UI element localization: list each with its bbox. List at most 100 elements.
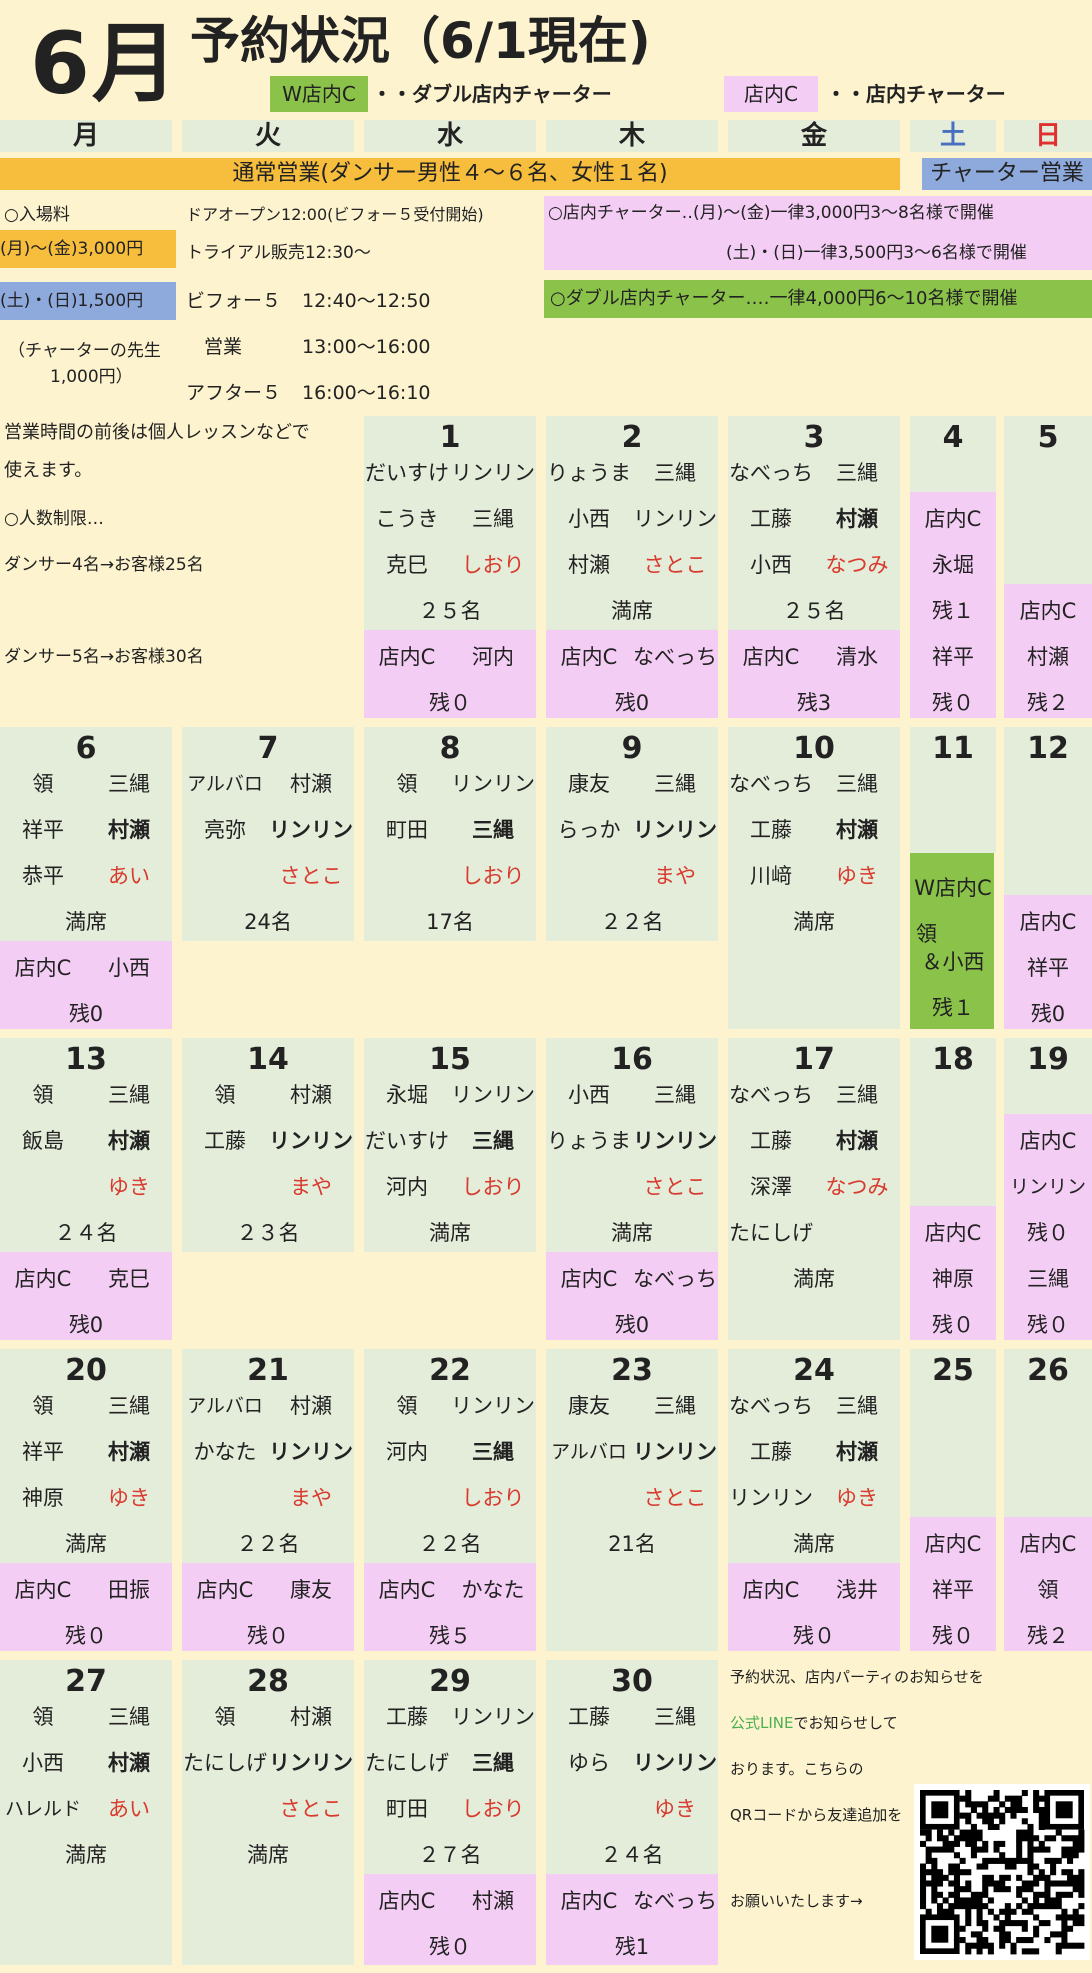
dancer: 村瀬 [290,1705,332,1729]
female-dancer: なつみ [825,1175,889,1199]
dancer: アルバロ [187,773,263,795]
dancer: 村瀬 [836,507,878,531]
trial-sale: トライアル販売12:30〜 [186,243,371,263]
charter-remaining: 残５ [429,1624,471,1648]
legend-tag-charter: 店内C [724,76,818,112]
dancer: 三縄 [836,1083,878,1107]
weekday-fri: 金 [728,120,900,152]
charter-remaining: 残０ [932,1624,974,1648]
charter-teacher: ＆小西 [921,950,985,974]
weekday-mon: 月 [0,120,172,152]
dancer: 村瀬 [836,1440,878,1464]
day-cell-20: 20 領 三縄 祥平 村瀬 神原 ゆき 満席 店内C 田振 残０ [0,1349,172,1651]
female-dancer: しおり [461,1486,525,1510]
notice-line-1: 予約状況、店内パーティのお知らせを [730,1668,984,1686]
dancer: リンリン [451,461,535,485]
dancer: 川﨑 [750,864,792,888]
charter-tag: 店内C [560,1267,618,1291]
dancer: 領 [214,1083,236,1107]
female-dancer: さとこ [279,1797,343,1821]
charter-remaining: 残０ [1027,1313,1069,1337]
charter-tag: 店内C [560,1889,618,1913]
charter-remaining: 残0 [68,1313,104,1337]
dancer: 工藤 [386,1705,428,1729]
dancer: リンリン [451,1083,535,1107]
dancer: 村瀬 [568,553,610,577]
dancer: リンリン [633,1440,717,1464]
dancer: リンリン [451,1394,535,1418]
charter-remaining: 残3 [796,691,832,715]
guest-count: 17名 [426,910,474,934]
dancer: 康友 [568,1394,610,1418]
charter-teacher: なべっち [633,1267,717,1291]
dancer: 領 [396,772,418,796]
day-cell-22: 22 領 リンリン 河内 三縄 しおり ２２名 店内C かなた 残５ [364,1349,536,1651]
dancer: 三縄 [836,461,878,485]
dancer: リンリン [633,818,717,842]
line-official-link[interactable]: 公式LINE [730,1714,793,1732]
notice-line-5: お願いいたします→ [730,1892,863,1910]
dancer: 村瀬 [108,1751,150,1775]
dancer: 三縄 [836,772,878,796]
day-cell-8: 8 領 リンリン 町田 三縄 しおり 17名 [364,727,536,1029]
guest-count: ２７名 [418,1843,482,1867]
guest-count: ２３名 [236,1221,300,1245]
dancer: たにしげ [183,1751,267,1775]
day-cell-11: 11 W店内C 領 ＆小西 残１ [910,727,996,1029]
charter-teacher: 領 [1037,1578,1059,1602]
dancer: リンリン [269,1751,353,1775]
dancer: 村瀬 [108,818,150,842]
dancer: 村瀬 [290,772,332,796]
charter-tag: 店内C [924,1532,982,1556]
charter-teacher: 田振 [108,1578,150,1602]
dancer: 領 [32,772,54,796]
charter-teacher: 康友 [290,1578,332,1602]
dancer: ハレルド [4,1798,81,1820]
limit-note-1: ダンサー4名→お客様25名 [4,555,204,575]
guest-count: ２４名 [54,1221,118,1245]
charter-tag: 店内C [14,956,72,980]
day-number: 25 [932,1353,974,1388]
guest-count: ２２名 [600,910,664,934]
charter-tag: 店内C [1019,910,1077,934]
charter-remaining: 残0 [614,1313,650,1337]
charter-remaining: 残０ [247,1624,289,1648]
after5-label: アフター５ [186,382,282,404]
dancer: 三縄 [472,1129,514,1153]
door-open: ドアオープン12:00(ビフォー５受付開始) [186,205,484,224]
dancer: 領 [396,1394,418,1418]
charter-remaining: 残０ [1027,1221,1069,1245]
female-dancer: ゆき [108,1175,150,1199]
day-number: 4 [942,420,964,455]
fee-title: ○入場料 [4,205,70,225]
guest-count: 満席 [793,1532,835,1556]
weekday-tue: 火 [182,120,354,152]
charter-tag: 店内C [14,1578,72,1602]
day-cell-2: 2 りょうま 三縄 小西 リンリン 村瀬 さとこ 満席 店内C なべっち 残0 [546,416,718,718]
guest-count: ２５名 [418,599,482,623]
dancer: リンリン [729,1486,813,1510]
day-number: 5 [1037,420,1059,455]
fee-teacher: （チャーターの先生 [8,341,161,361]
dancer: 祥平 [22,1440,64,1464]
female-dancer: しおり [461,1175,525,1199]
day-cell-29: 29 工藤 リンリン たにしげ 三縄 町田 しおり ２７名 店内C 村瀬 残０ [364,1660,536,1965]
guest-count: 21名 [608,1532,656,1556]
day-cell-30: 30 工藤 三縄 ゆら リンリン ゆき ２４名 店内C なべっち 残1 [546,1660,718,1965]
dancer: 三縄 [472,1751,514,1775]
dancer: 三縄 [108,1705,150,1729]
day-cell-4: 4 店内C 永堀 残１ 祥平 残０ [910,416,996,718]
charter-tag: 店内C [1019,599,1077,623]
guest-count: 満席 [65,1532,107,1556]
charter-remaining: 残０ [429,691,471,715]
qr-code[interactable] [914,1784,1090,1960]
charter-teacher: 三縄 [1027,1267,1069,1291]
day-cell-9: 9 康友 三縄 らっか リンリン まや ２２名 [546,727,718,1029]
dancer: リンリン [269,1440,353,1464]
charter-teacher: 克巳 [108,1267,150,1291]
day-cell-27: 27 領 三縄 小西 村瀬 ハレルド あい 満席 [0,1660,172,1965]
dancer: 村瀬 [108,1129,150,1153]
day-cell-6: 6 領 三縄 祥平 村瀬 恭平 あい 満席 店内C 小西 残0 [0,727,172,1029]
charter-teacher: かなた [461,1578,525,1602]
dancer: 三縄 [654,1705,696,1729]
